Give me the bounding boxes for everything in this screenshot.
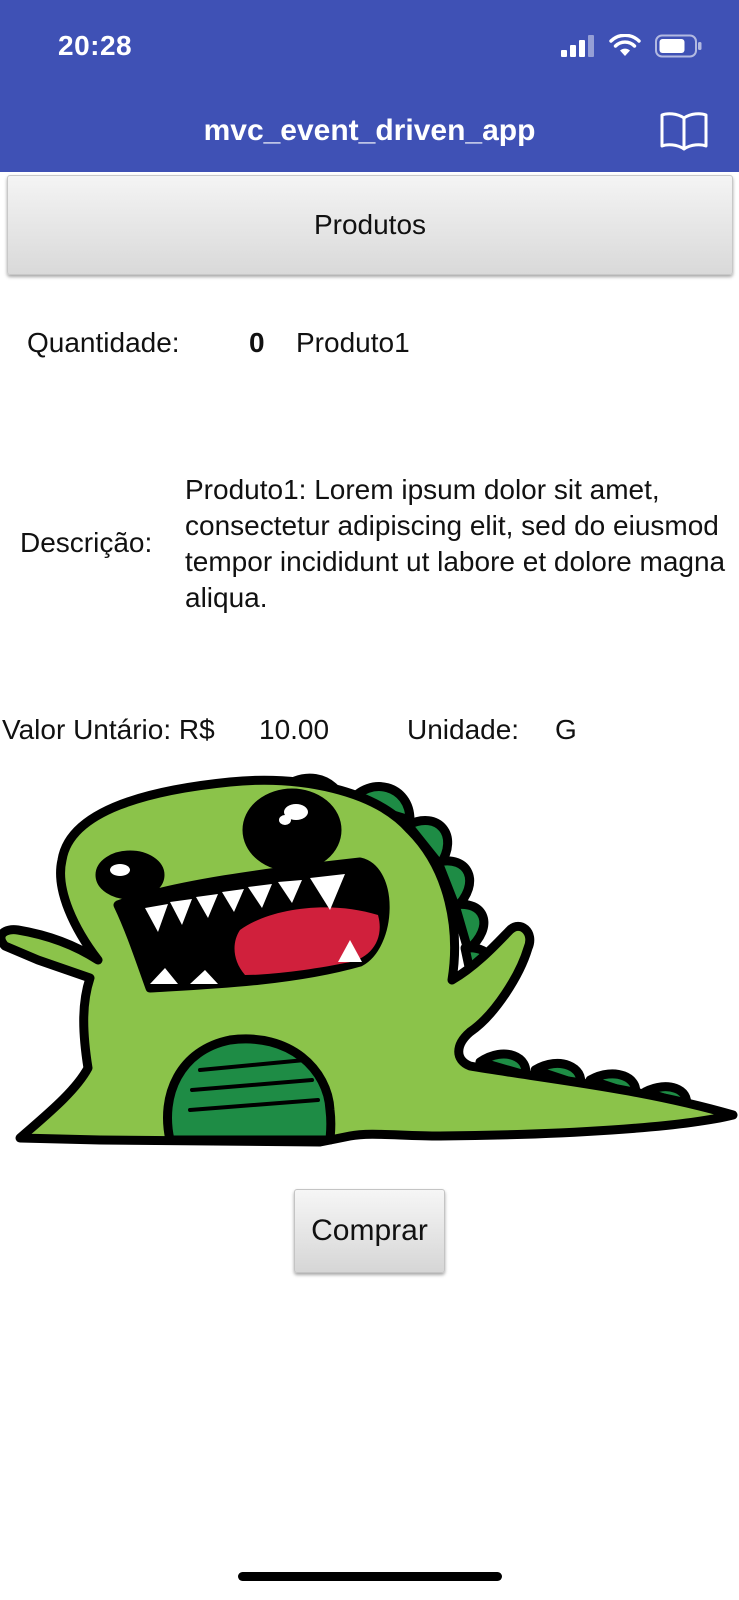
product-image [0, 773, 738, 1147]
app-title: mvc_event_driven_app [203, 114, 536, 147]
product-name: Produto1 [296, 327, 410, 358]
cellular-signal-icon [561, 35, 594, 57]
status-bar: 20:28 [0, 0, 739, 90]
unit-label: Unidade: [407, 714, 520, 745]
product-description: Produto1: Lorem ipsum dolor sit amet, co… [185, 474, 726, 613]
unit-value: G [555, 714, 577, 745]
products-button[interactable]: Produtos [7, 175, 733, 275]
app-bar: mvc_event_driven_app [0, 90, 739, 172]
unit-price-label: Valor Untário: R$ [2, 714, 215, 745]
quantity-value: 0 [249, 327, 265, 358]
status-time: 20:28 [58, 30, 133, 61]
description-label: Descrição: [20, 527, 153, 558]
wifi-icon [609, 34, 641, 56]
buy-button[interactable]: Comprar [294, 1189, 445, 1273]
status-icons [561, 34, 703, 58]
home-indicator[interactable] [238, 1572, 502, 1581]
unit-price-value: 10.00 [259, 714, 330, 745]
battery-icon [655, 34, 702, 58]
book-open-icon[interactable] [659, 110, 709, 152]
quantity-label: Quantidade: [27, 327, 180, 358]
